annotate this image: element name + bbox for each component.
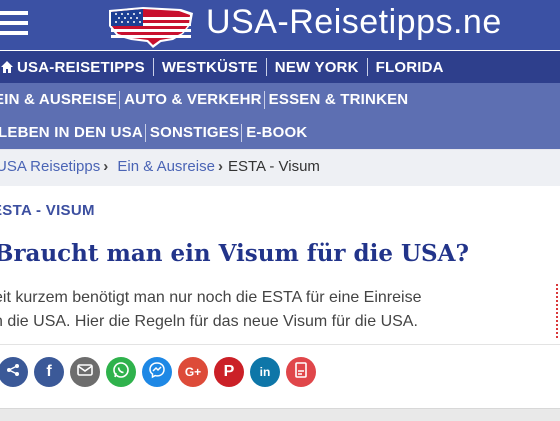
home-icon[interactable] (0, 60, 14, 74)
sub-nav-row-1: EIN & AUSREISE AUTO & VERKEHR ESSEN & TR… (0, 83, 560, 116)
nav-divider (366, 58, 368, 76)
share-icon (6, 363, 20, 382)
nav-e-book[interactable]: E-BOOK (246, 124, 307, 141)
page-bottom-edge (0, 408, 560, 421)
share-share-button[interactable] (0, 357, 28, 387)
messenger-share-button[interactable] (142, 357, 172, 387)
breadcrumb-home-link[interactable]: USA Reisetipps (0, 158, 100, 175)
site-header: USA-Reisetipps.ne (0, 0, 560, 50)
googleplus-share-button[interactable]: G+ (178, 357, 208, 387)
hamburger-menu-icon[interactable] (0, 11, 28, 37)
lead-line-1: eit kurzem benötigt man nur noch die EST… (0, 289, 422, 306)
sub-nav-row-2: LEBEN IN DEN USA SONSTIGES E-BOOK (0, 116, 560, 150)
facebook-icon: f (46, 363, 52, 380)
nav-leben-in-den-usa[interactable]: LEBEN IN DEN USA (0, 124, 143, 141)
breadcrumb-section-link[interactable]: Ein & Ausreise (117, 158, 215, 175)
linkedin-share-button[interactable]: in (250, 357, 280, 387)
usa-flag-map-logo-icon[interactable] (103, 4, 199, 48)
dotted-divider (556, 284, 560, 338)
pinterest-share-button[interactable]: P (214, 357, 244, 387)
googleplus-icon: G+ (184, 365, 202, 379)
nav-divider (265, 58, 267, 76)
nav-auto-verkehr[interactable]: AUTO & VERKEHR (124, 91, 262, 108)
article-kicker: ESTA - VISUM (0, 202, 95, 219)
email-icon (77, 363, 93, 381)
nav-florida[interactable]: FLORIDA (376, 59, 444, 76)
nav-divider (119, 90, 121, 109)
linkedin-icon: in (259, 365, 271, 379)
print-share-button[interactable] (286, 357, 316, 387)
site-logo-text[interactable]: USA-Reisetipps.ne (206, 3, 502, 42)
whatsapp-share-button[interactable] (106, 357, 136, 387)
nav-divider (241, 123, 243, 142)
nav-divider (144, 123, 146, 142)
breadcrumb-arrow-icon: › (217, 158, 223, 175)
nav-essen-trinken[interactable]: ESSEN & TRINKEN (269, 91, 409, 108)
nav-westkueste[interactable]: WESTKÜSTE (162, 59, 258, 76)
nav-divider (152, 58, 154, 76)
breadcrumb: USA Reisetipps › Ein & Ausreise › ESTA - Vi… (0, 150, 560, 186)
page-title: Braucht man ein Visum für die USA? (0, 240, 469, 267)
pinterest-icon: P (223, 363, 235, 380)
nav-divider (263, 90, 265, 109)
main-nav: USA-REISETIPPS WESTKÜSTE NEW YORK FLORID… (0, 51, 560, 83)
whatsapp-icon (112, 361, 130, 384)
lead-line-2: n die USA. Hier die Regeln für das neue … (0, 313, 418, 330)
email-share-button[interactable] (70, 357, 100, 387)
article-lead: eit kurzem benötigt man nur noch die EST… (0, 286, 539, 334)
nav-ein-ausreise[interactable]: EIN & AUSREISE (0, 91, 117, 108)
messenger-icon (148, 361, 166, 384)
share-bar: f G+ Pin (0, 344, 560, 395)
nav-sonstiges[interactable]: SONSTIGES (150, 124, 239, 141)
nav-new-york[interactable]: NEW YORK (275, 59, 359, 76)
print-icon (294, 361, 308, 383)
nav-usa-reisetipps[interactable]: USA-REISETIPPS (17, 59, 145, 76)
breadcrumb-arrow-icon: › (103, 158, 109, 175)
facebook-share-button[interactable]: f (34, 357, 64, 387)
breadcrumb-current: ESTA - Visum (227, 158, 320, 175)
